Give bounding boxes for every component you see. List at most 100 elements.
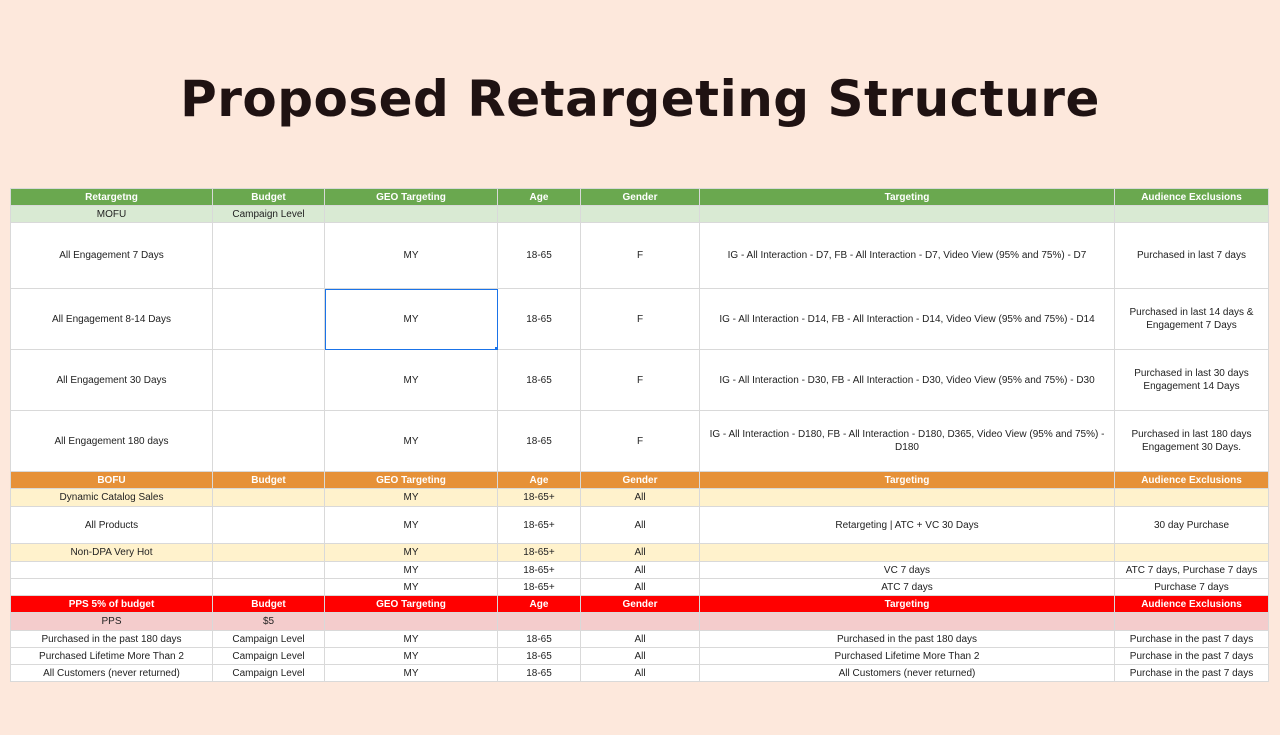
cell[interactable]: All Customers (never returned): [10, 664, 213, 682]
cell[interactable]: [212, 578, 325, 596]
cell[interactable]: [212, 543, 325, 562]
cell[interactable]: [1114, 543, 1269, 562]
cell[interactable]: 18-65+: [497, 561, 581, 579]
cell[interactable]: All: [580, 578, 700, 596]
cell[interactable]: 18-65: [497, 222, 581, 289]
cell[interactable]: [580, 612, 700, 631]
cell[interactable]: F: [580, 410, 700, 472]
header-cell[interactable]: Budget: [212, 471, 325, 489]
cell[interactable]: 18-65: [497, 647, 581, 665]
cell[interactable]: All: [580, 488, 700, 507]
cell[interactable]: Purchased in last 7 days: [1114, 222, 1269, 289]
header-cell[interactable]: BOFU: [10, 471, 213, 489]
header-cell[interactable]: Retargetng: [10, 188, 213, 206]
cell[interactable]: [212, 488, 325, 507]
header-cell[interactable]: Gender: [580, 471, 700, 489]
cell[interactable]: All Engagement 180 days: [10, 410, 213, 472]
cell[interactable]: [699, 543, 1115, 562]
cell[interactable]: All Products: [10, 506, 213, 544]
cell[interactable]: 18-65+: [497, 543, 581, 562]
cell[interactable]: PPS: [10, 612, 213, 631]
cell[interactable]: Purchased Lifetime More Than 2: [699, 647, 1115, 665]
header-cell[interactable]: GEO Targeting: [324, 471, 498, 489]
cell[interactable]: [1114, 612, 1269, 631]
header-cell[interactable]: Audience Exclusions: [1114, 471, 1269, 489]
cell[interactable]: Campaign Level: [212, 205, 325, 223]
header-cell[interactable]: Audience Exclusions: [1114, 188, 1269, 206]
cell[interactable]: All Engagement 7 Days: [10, 222, 213, 289]
cell[interactable]: Campaign Level: [212, 664, 325, 682]
header-cell[interactable]: Audience Exclusions: [1114, 595, 1269, 613]
cell[interactable]: [324, 612, 498, 631]
cell[interactable]: MY: [324, 543, 498, 562]
cell[interactable]: All: [580, 561, 700, 579]
cell[interactable]: MY: [324, 664, 498, 682]
cell[interactable]: [580, 205, 700, 223]
cell[interactable]: [497, 612, 581, 631]
cell[interactable]: 18-65+: [497, 578, 581, 596]
cell[interactable]: VC 7 days: [699, 561, 1115, 579]
header-cell[interactable]: Gender: [580, 595, 700, 613]
cell[interactable]: Purchased in last 30 days Engagement 14 …: [1114, 349, 1269, 411]
header-cell[interactable]: GEO Targeting: [324, 188, 498, 206]
cell[interactable]: All: [580, 543, 700, 562]
header-cell[interactable]: Gender: [580, 188, 700, 206]
cell[interactable]: ATC 7 days, Purchase 7 days: [1114, 561, 1269, 579]
cell[interactable]: [10, 561, 213, 579]
cell[interactable]: MY: [324, 410, 498, 472]
cell[interactable]: IG - All Interaction - D180, FB - All In…: [699, 410, 1115, 472]
cell[interactable]: MY: [324, 222, 498, 289]
cell[interactable]: Campaign Level: [212, 630, 325, 648]
cell[interactable]: F: [580, 349, 700, 411]
cell[interactable]: [212, 410, 325, 472]
cell[interactable]: IG - All Interaction - D14, FB - All Int…: [699, 288, 1115, 350]
header-cell[interactable]: Age: [497, 188, 581, 206]
header-cell[interactable]: PPS 5% of budget: [10, 595, 213, 613]
cell[interactable]: [212, 506, 325, 544]
cell[interactable]: All: [580, 630, 700, 648]
cell[interactable]: 18-65+: [497, 488, 581, 507]
cell[interactable]: 30 day Purchase: [1114, 506, 1269, 544]
cell[interactable]: [212, 222, 325, 289]
cell[interactable]: [497, 205, 581, 223]
cell[interactable]: MY: [324, 506, 498, 544]
cell[interactable]: 18-65+: [497, 506, 581, 544]
cell[interactable]: [699, 205, 1115, 223]
cell[interactable]: [212, 561, 325, 579]
cell[interactable]: 18-65: [497, 630, 581, 648]
cell[interactable]: Purchased in the past 180 days: [10, 630, 213, 648]
header-cell[interactable]: GEO Targeting: [324, 595, 498, 613]
cell[interactable]: [324, 205, 498, 223]
cell[interactable]: F: [580, 222, 700, 289]
header-cell[interactable]: Targeting: [699, 471, 1115, 489]
header-cell[interactable]: Budget: [212, 188, 325, 206]
cell[interactable]: All Engagement 8-14 Days: [10, 288, 213, 350]
cell[interactable]: MY: [324, 647, 498, 665]
cell[interactable]: All: [580, 664, 700, 682]
cell[interactable]: Purchase in the past 7 days: [1114, 630, 1269, 648]
cell[interactable]: Purchased in last 180 days Engagement 30…: [1114, 410, 1269, 472]
cell[interactable]: All Customers (never returned): [699, 664, 1115, 682]
cell[interactable]: $5: [212, 612, 325, 631]
cell[interactable]: [10, 578, 213, 596]
cell[interactable]: IG - All Interaction - D30, FB - All Int…: [699, 349, 1115, 411]
cell[interactable]: [212, 349, 325, 411]
cell[interactable]: MY: [324, 630, 498, 648]
cell[interactable]: MY: [324, 488, 498, 507]
cell[interactable]: IG - All Interaction - D7, FB - All Inte…: [699, 222, 1115, 289]
cell[interactable]: Purchased in the past 180 days: [699, 630, 1115, 648]
cell[interactable]: Campaign Level: [212, 647, 325, 665]
cell[interactable]: Retargeting | ATC + VC 30 Days: [699, 506, 1115, 544]
cell[interactable]: 18-65: [497, 349, 581, 411]
header-cell[interactable]: Age: [497, 471, 581, 489]
cell[interactable]: Purchase in the past 7 days: [1114, 647, 1269, 665]
header-cell[interactable]: Targeting: [699, 188, 1115, 206]
cell[interactable]: 18-65: [497, 664, 581, 682]
cell[interactable]: ATC 7 days: [699, 578, 1115, 596]
cell[interactable]: All: [580, 647, 700, 665]
cell[interactable]: [699, 612, 1115, 631]
cell[interactable]: Dynamic Catalog Sales: [10, 488, 213, 507]
cell[interactable]: F: [580, 288, 700, 350]
cell[interactable]: MY: [324, 561, 498, 579]
cell[interactable]: Purchase in the past 7 days: [1114, 664, 1269, 682]
